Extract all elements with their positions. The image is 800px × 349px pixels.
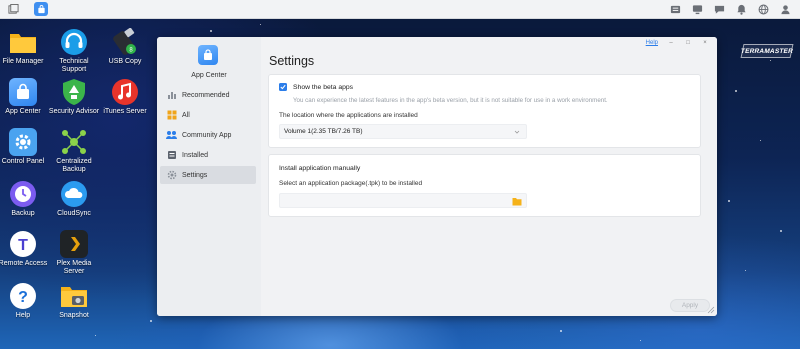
terramaster-logo: TERRAMASTER [740, 44, 794, 58]
camera-icon [60, 282, 88, 310]
check-icon [280, 84, 286, 90]
beta-checkbox-label: Show the beta apps [293, 83, 354, 91]
storage-icon[interactable] [668, 2, 682, 16]
desktop-icon-security-advisor[interactable]: Security Advisor [48, 78, 100, 116]
cloud-icon [60, 180, 88, 208]
globe-icon[interactable] [756, 2, 770, 16]
sidebar-item-label: Installed [182, 151, 209, 159]
gear-icon [9, 128, 37, 156]
sidebar-item-label: Community App [182, 131, 232, 139]
user-icon[interactable] [778, 2, 792, 16]
close-button[interactable]: × [701, 40, 709, 46]
manual-install-title: Install application manually [279, 165, 361, 172]
beta-checkbox-row[interactable]: Show the beta apps [279, 83, 353, 91]
maximize-button[interactable]: □ [684, 40, 692, 46]
settings-icon [166, 170, 177, 181]
desktop-icon-backup[interactable]: Backup [0, 180, 49, 218]
svg-text:T: T [18, 237, 28, 254]
sidebar-item-settings[interactable]: Settings [160, 166, 256, 184]
app-center-window: App Center Recommended All Community App… [157, 37, 717, 316]
app-center-logo-icon [198, 45, 218, 65]
folder-icon[interactable] [512, 196, 522, 206]
sidebar: App Center Recommended All Community App… [157, 37, 261, 316]
desktop-icon-snapshot[interactable]: Snapshot [48, 282, 100, 320]
desktop-icon-cloudsync[interactable]: CloudSync [48, 180, 100, 218]
grid-icon [166, 110, 177, 121]
sidebar-item-all[interactable]: All [160, 106, 256, 124]
apply-button[interactable]: Apply [670, 299, 710, 312]
sidebar-item-community-app[interactable]: Community App [160, 126, 256, 144]
manual-install-subtitle: Select an application package(.tpk) to b… [279, 180, 423, 187]
package-file-input[interactable] [279, 193, 527, 208]
chart-icon [166, 90, 177, 101]
taskbar [0, 0, 800, 19]
desktop-icon-usb-copy[interactable]: 8 USB Copy [99, 28, 151, 66]
desktop-icon-technical-support[interactable]: Technical Support [48, 28, 100, 74]
app-title: App Center [191, 72, 227, 79]
location-label: The location where the applications are … [279, 112, 418, 119]
bell-icon[interactable] [734, 2, 748, 16]
desktop-icon-app-center[interactable]: App Center [0, 78, 49, 116]
clock-icon [9, 180, 37, 208]
chevron-down-icon [514, 130, 520, 134]
location-select[interactable]: Volume 1(2.35 TB/7.26 TB) [279, 124, 527, 139]
sidebar-item-recommended[interactable]: Recommended [160, 86, 256, 104]
help-icon: ? [9, 282, 37, 310]
sidebar-item-label: All [182, 111, 190, 119]
manual-install-card: Install application manually Select an a… [268, 154, 701, 217]
chat-icon[interactable] [712, 2, 726, 16]
installed-icon [166, 150, 177, 161]
help-link[interactable]: Help [646, 40, 658, 46]
beta-settings-card: Show the beta apps You can experience th… [268, 74, 701, 148]
desktop-icon-file-manager[interactable]: File Manager [0, 28, 49, 66]
shopping-bag-icon [9, 78, 37, 106]
people-icon [166, 130, 177, 141]
remote-icon: T [9, 230, 37, 258]
resize-grip-icon[interactable] [707, 306, 715, 314]
folder-icon [9, 28, 37, 56]
app-center-icon[interactable] [34, 2, 48, 16]
main-panel: Help – □ × Settings Show the beta apps Y… [261, 37, 717, 316]
beta-hint: You can experience the latest features i… [293, 97, 608, 104]
desktop-icon-centralized-backup[interactable]: Centralized Backup [48, 128, 100, 174]
desktop-icon-itunes-server[interactable]: iTunes Server [99, 78, 151, 116]
svg-text:?: ? [18, 289, 28, 306]
window-controls: Help – □ × [646, 40, 709, 46]
window-icon[interactable] [6, 2, 20, 16]
plex-icon [60, 230, 88, 258]
location-select-value: Volume 1(2.35 TB/7.26 TB) [284, 128, 363, 135]
shield-icon [60, 78, 88, 106]
sidebar-item-label: Recommended [182, 91, 230, 99]
sidebar-item-label: Settings [182, 171, 208, 179]
sidebar-item-installed[interactable]: Installed [160, 146, 256, 164]
usb-icon: 8 [111, 28, 139, 56]
beta-checkbox[interactable] [279, 83, 287, 91]
desktop-icon-remote-access[interactable]: T Remote Access [0, 230, 49, 268]
monitor-icon[interactable] [690, 2, 704, 16]
network-icon [60, 128, 88, 156]
headset-icon [60, 28, 88, 56]
desktop-icon-plex-media-server[interactable]: Plex Media Server [48, 230, 100, 276]
desktop-icon-control-panel[interactable]: Control Panel [0, 128, 49, 166]
minimize-button[interactable]: – [667, 40, 675, 46]
music-icon [111, 78, 139, 106]
desktop-icon-help[interactable]: ? Help [0, 282, 49, 320]
page-title: Settings [269, 54, 315, 68]
